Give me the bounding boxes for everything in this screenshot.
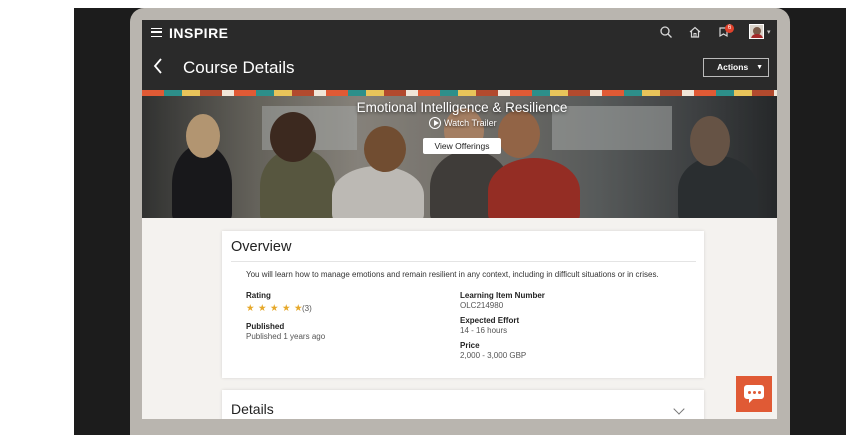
chevron-down-icon[interactable]: ▾ <box>767 28 771 36</box>
title-bar: Course Details Actions ▼ <box>142 46 777 90</box>
chat-icon-dot <box>758 391 761 394</box>
course-title: Emotional Intelligence & Resilience <box>356 100 568 115</box>
app-screen: INSPIRE 6 ▾ Course Details Actions ▼ Emo… <box>142 20 777 419</box>
caret-down-icon: ▼ <box>756 64 763 71</box>
actions-button[interactable]: Actions ▼ <box>703 58 769 77</box>
expected-effort-label: Expected Effort <box>460 316 520 325</box>
star-icon: ★ <box>282 303 291 314</box>
overview-description: You will learn how to manage emotions an… <box>246 270 659 279</box>
home-icon[interactable] <box>688 25 702 39</box>
overview-title: Overview <box>231 239 292 255</box>
learning-item-number-label: Learning Item Number <box>460 291 545 300</box>
avatar[interactable] <box>749 24 764 39</box>
published-label: Published <box>246 322 285 331</box>
play-icon <box>429 117 441 129</box>
learning-item-number-value: OLC214980 <box>460 301 504 310</box>
avatar-body <box>751 34 763 38</box>
details-title: Details <box>231 401 274 417</box>
chevron-down-icon[interactable] <box>673 403 685 415</box>
chat-icon-tail <box>749 398 754 403</box>
page-title: Course Details <box>183 58 295 77</box>
chat-icon-dot <box>753 391 756 394</box>
back-icon[interactable] <box>151 56 165 76</box>
brand-logo[interactable]: INSPIRE <box>169 25 229 41</box>
divider <box>231 261 696 262</box>
star-icon: ★ <box>246 303 255 314</box>
star-icon: ★ <box>270 303 279 314</box>
notification-badge: 6 <box>725 24 734 33</box>
chat-button[interactable] <box>736 376 772 412</box>
hamburger-icon[interactable] <box>151 28 162 37</box>
details-section[interactable]: Details <box>222 390 704 419</box>
price-value: 2,000 - 3,000 GBP <box>460 351 527 360</box>
top-navigation-bar: INSPIRE 6 ▾ <box>142 20 777 46</box>
search-icon[interactable] <box>659 25 673 39</box>
star-icon: ★ <box>258 303 267 314</box>
watch-trailer-label: Watch Trailer <box>444 118 497 128</box>
actions-button-label: Actions <box>717 62 749 72</box>
rating-count: (3) <box>302 304 312 313</box>
view-offerings-button[interactable]: View Offerings <box>423 138 501 154</box>
price-label: Price <box>460 341 480 350</box>
rating-label: Rating <box>246 291 271 300</box>
chat-icon-dot <box>748 391 751 394</box>
expected-effort-value: 14 - 16 hours <box>460 326 508 335</box>
published-value: Published 1 years ago <box>246 332 326 341</box>
overview-card: Overview You will learn how to manage em… <box>222 231 704 378</box>
